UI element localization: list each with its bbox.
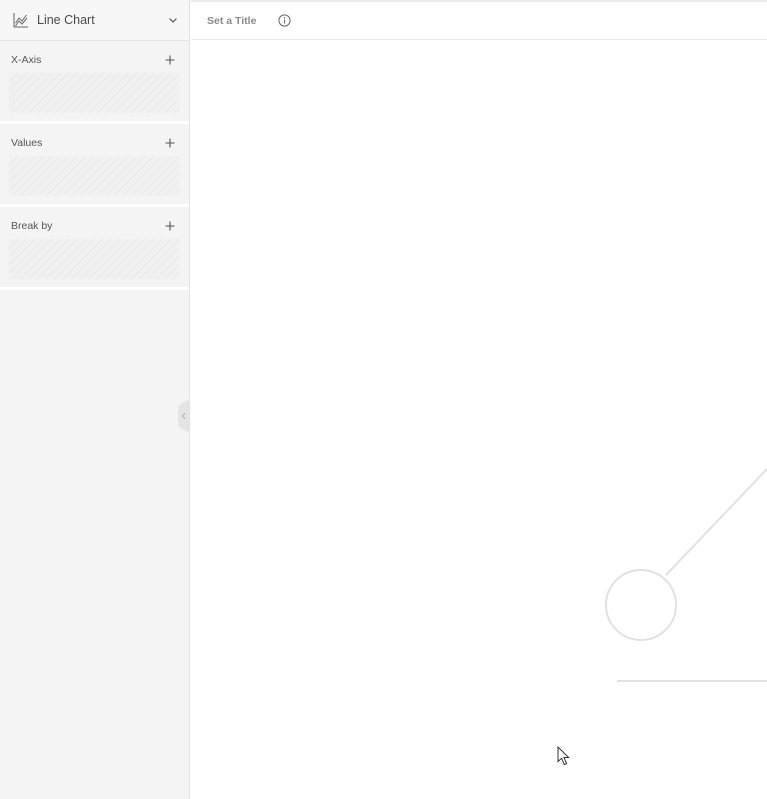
mouse-cursor-icon [557,746,570,766]
values-dropzone[interactable] [9,156,180,196]
add-values-plus-icon[interactable] [162,135,178,151]
title-input[interactable]: Set a Title [207,15,256,27]
chevron-down-icon[interactable] [167,14,179,26]
widget-header: Set a Title [191,0,767,40]
x-axis-panel: X-Axis [0,41,189,124]
sidebar: Line Chart X-Axis Values Break by [0,0,190,799]
chart-type-label: Line Chart [37,13,95,27]
line-chart-icon [12,11,30,29]
empty-chart-placeholder-illustration [605,468,767,682]
break-by-title: Break by [11,220,53,232]
chart-canvas [191,41,767,799]
x-axis-title: X-Axis [11,54,42,66]
break-by-dropzone[interactable] [9,239,180,279]
values-title: Values [11,137,43,149]
add-x-axis-plus-icon[interactable] [162,52,178,68]
sidebar-collapse-handle[interactable] [176,399,190,433]
info-icon[interactable] [278,14,292,27]
chart-type-selector[interactable]: Line Chart [0,0,189,41]
break-by-panel: Break by [0,207,189,290]
x-axis-dropzone[interactable] [9,73,180,113]
add-break-by-plus-icon[interactable] [162,218,178,234]
values-panel: Values [0,124,189,207]
